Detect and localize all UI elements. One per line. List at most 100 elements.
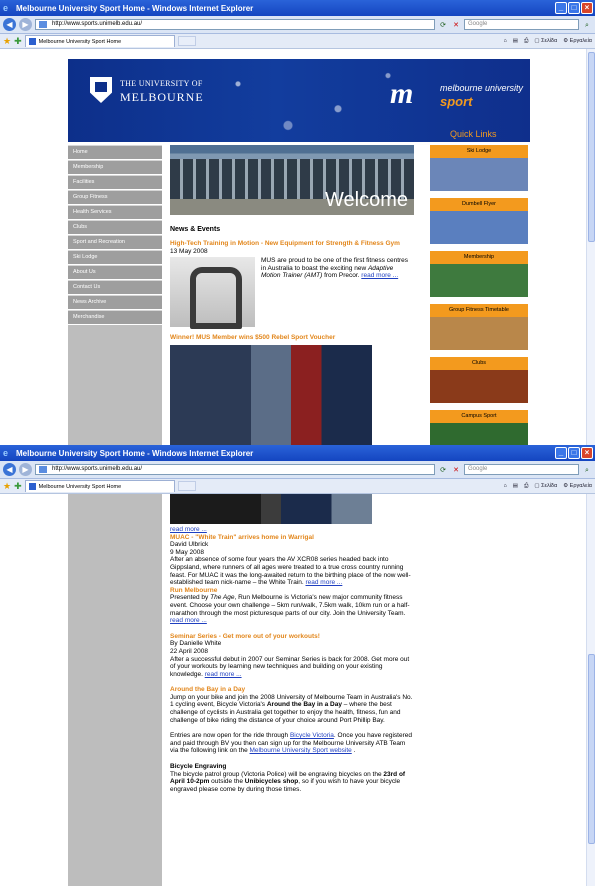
page-menu[interactable]: ▢ Σελίδα [534, 38, 557, 44]
favorites-star-icon[interactable]: ★ [3, 36, 11, 47]
menu-item-merchandise[interactable]: Merchandise [68, 310, 162, 325]
home-icon[interactable]: ⌂ [503, 38, 506, 44]
menu-item-group-fitness[interactable]: Group Fitness [68, 190, 162, 205]
tab-title: Melbourne University Sport Home [38, 38, 122, 45]
window-title: Melbourne University Sport Home - Window… [16, 3, 254, 13]
menu-item-contact-us[interactable]: Contact Us [68, 280, 162, 295]
article-title[interactable]: High-Tech Training in Motion - New Equip… [170, 240, 414, 248]
page-icon [39, 466, 47, 473]
tab-active[interactable]: Melbourne University Sport Home [24, 480, 175, 492]
back-button[interactable]: ◀ [3, 18, 16, 31]
feeds-icon[interactable]: ▤ [513, 483, 518, 489]
tools-menu[interactable]: ⚙ Εργαλεία [563, 483, 592, 489]
new-tab-button[interactable] [177, 36, 196, 46]
tab-bar: ★ ✚ Melbourne University Sport Home ⌂ ▤ … [0, 34, 595, 49]
address-text: http://www.sports.unimelb.edu.au/ [52, 466, 143, 472]
address-field[interactable]: http://www.sports.unimelb.edu.au/ [35, 464, 435, 475]
quick-link-ski-lodge[interactable]: Ski Lodge [430, 145, 528, 191]
quick-links-heading: Quick Links [450, 129, 497, 139]
article-date: 9 May 2008 [170, 548, 204, 556]
article-title[interactable]: Around the Bay in a Day [170, 686, 414, 694]
menu-item-news-archive[interactable]: News Archive [68, 295, 162, 310]
news-heading: News & Events [170, 226, 221, 233]
favicon-icon [28, 38, 36, 45]
address-text: http://www.sports.unimelb.edu.au/ [52, 21, 143, 27]
print-icon[interactable]: ⎙ [524, 38, 528, 45]
bicycle-victoria-link[interactable]: Bicycle Victoria [290, 732, 334, 739]
search-icon[interactable]: ⌕ [582, 20, 592, 30]
search-input[interactable]: Google [464, 19, 579, 30]
menu-item-facilities[interactable]: Facilities [68, 175, 162, 190]
university-name-line1: THE UNIVERSITY OF [120, 79, 203, 88]
article-title[interactable]: MUAC - "White Train" arrives home in War… [170, 534, 414, 542]
page-icon [39, 21, 47, 28]
search-icon[interactable]: ⌕ [582, 465, 592, 475]
read-more-link[interactable]: read more ... [205, 671, 242, 678]
favicon-icon [28, 483, 36, 490]
quick-link-membership[interactable]: Membership [430, 251, 528, 297]
feeds-icon[interactable]: ▤ [513, 38, 518, 44]
scrollbar[interactable] [586, 494, 595, 886]
page-viewport: THE UNIVERSITY OF MELBOURNE m melbourne … [0, 49, 595, 445]
article-date: 22 April 2008 [170, 647, 208, 655]
quick-link-group-fitness-timetable[interactable]: Group Fitness Timetable [430, 304, 528, 350]
forward-button[interactable]: ▶ [19, 463, 32, 476]
menu-item-membership[interactable]: Membership [68, 160, 162, 175]
tools-menu[interactable]: ⚙ Εργαλεία [563, 38, 592, 44]
address-field[interactable]: http://www.sports.unimelb.edu.au/ [35, 19, 435, 30]
browser-window-bottom: e Melbourne University Sport Home - Wind… [0, 445, 595, 886]
refresh-icon[interactable]: ⟳ [438, 465, 448, 475]
quick-links: Ski Lodge Dumbell Flyer Membership Group Fi… [430, 145, 528, 445]
news-column-top: News & Events High-Tech Training in Moti… [170, 226, 414, 445]
title-bar: e Melbourne University Sport Home - Wind… [0, 445, 595, 461]
left-sidebar [68, 494, 162, 886]
quick-link-image [430, 211, 528, 244]
close-button[interactable]: × [581, 447, 593, 459]
menu-item-sport-and-recreation[interactable]: Sport and Recreation [68, 235, 162, 250]
add-favorites-icon[interactable]: ✚ [14, 481, 22, 492]
article-title[interactable]: Winner! MUS Member wins $500 Rebel Sport… [170, 334, 414, 342]
sport-logo-line1: melbourne university [440, 83, 524, 93]
stop-icon[interactable]: ✕ [451, 465, 461, 475]
tab-active[interactable]: Melbourne University Sport Home [24, 35, 175, 47]
home-icon[interactable]: ⌂ [503, 483, 506, 489]
maximize-button[interactable]: □ [568, 447, 580, 459]
minimize-button[interactable]: _ [555, 2, 567, 14]
menu-item-ski-lodge[interactable]: Ski Lodge [68, 250, 162, 265]
print-icon[interactable]: ⎙ [524, 483, 528, 490]
read-more-link[interactable]: read more ... [170, 617, 207, 624]
quick-link-image [430, 317, 528, 350]
search-input[interactable]: Google [464, 464, 579, 475]
refresh-icon[interactable]: ⟳ [438, 20, 448, 30]
close-button[interactable]: × [581, 2, 593, 14]
read-more-link[interactable]: read more ... [361, 272, 398, 279]
back-button[interactable]: ◀ [3, 463, 16, 476]
quick-link-dumbell-flyer[interactable]: Dumbell Flyer [430, 198, 528, 244]
quick-link-campus-sport[interactable]: Campus Sport [430, 410, 528, 445]
new-tab-button[interactable] [177, 481, 196, 491]
forward-button[interactable]: ▶ [19, 18, 32, 31]
stop-icon[interactable]: ✕ [451, 20, 461, 30]
menu-item-about-us[interactable]: About Us [68, 265, 162, 280]
page-menu[interactable]: ▢ Σελίδα [534, 483, 557, 489]
add-favorites-icon[interactable]: ✚ [14, 36, 22, 47]
article-title[interactable]: Run Melbourne [170, 587, 414, 595]
read-more-link[interactable]: read more ... [170, 526, 414, 534]
quick-link-clubs[interactable]: Clubs [430, 357, 528, 403]
menu-item-clubs[interactable]: Clubs [68, 220, 162, 235]
scrollbar[interactable] [586, 49, 595, 445]
mus-logo-m: m [390, 77, 414, 110]
article-body: Jump on your bike and join the 2008 Univ… [170, 693, 413, 724]
article-date: 13 May 2008 [170, 247, 208, 255]
menu-item-home[interactable]: Home [68, 145, 162, 160]
ie-icon: e [3, 3, 9, 13]
maximize-button[interactable]: □ [568, 2, 580, 14]
quick-link-image [430, 370, 528, 403]
read-more-link[interactable]: read more ... [305, 579, 342, 586]
winner-photo [170, 344, 372, 445]
mus-website-link[interactable]: Melbourne University Sport website [250, 747, 352, 754]
article-title[interactable]: Seminar Series - Get more out of your wo… [170, 633, 414, 641]
menu-item-health-services[interactable]: Health Services [68, 205, 162, 220]
favorites-star-icon[interactable]: ★ [3, 481, 11, 492]
minimize-button[interactable]: _ [555, 447, 567, 459]
